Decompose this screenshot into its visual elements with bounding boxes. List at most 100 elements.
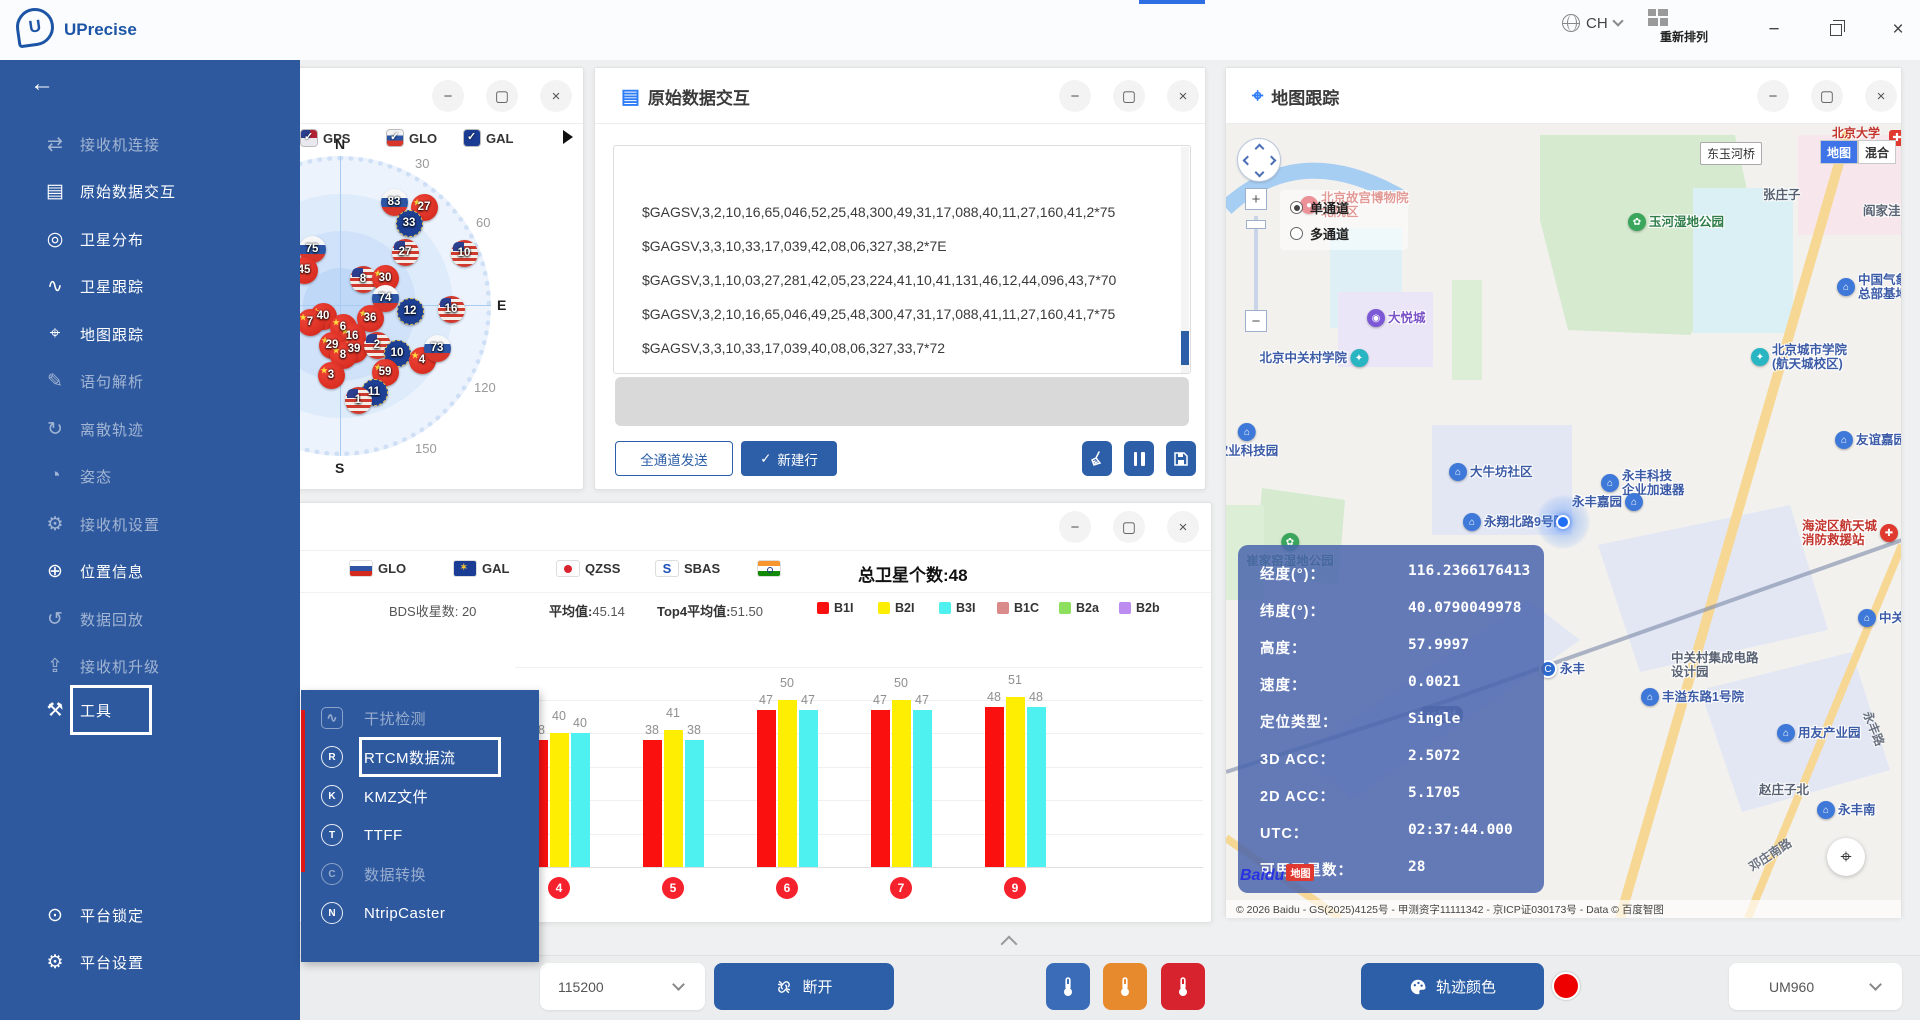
map-poi[interactable]: ⌂永丰南 xyxy=(1817,801,1876,819)
menu-item-rtcm-stream[interactable]: R RTCM数据流 xyxy=(301,738,539,776)
checkbox-gal[interactable]: GAL xyxy=(464,128,513,148)
map-poi[interactable]: ✚海淀区航天城消防救援站 xyxy=(1802,519,1898,547)
sidebar-item-platform-lock[interactable]: ⊙平台锁定 xyxy=(0,895,300,935)
window-restore-button[interactable] xyxy=(1822,16,1850,44)
temperature-button-blue[interactable] xyxy=(1046,963,1090,1010)
sidebar-item-sat-distribution[interactable]: ◎卫星分布 xyxy=(0,219,300,259)
mix-layer-button[interactable]: 混合 xyxy=(1858,140,1896,164)
menu-item-interference[interactable]: ∿ 干扰检测 xyxy=(301,699,539,737)
command-input[interactable] xyxy=(615,377,1189,426)
sidebar-item-position-info[interactable]: ⊕位置信息 xyxy=(0,551,300,591)
checkbox-glo[interactable]: GLO xyxy=(387,128,437,148)
maximize-button[interactable]: ▢ xyxy=(1811,80,1843,112)
close-button[interactable]: × xyxy=(540,80,572,112)
minimize-button[interactable]: − xyxy=(1059,80,1091,112)
zoom-slider-thumb[interactable] xyxy=(1246,220,1266,229)
map-poi[interactable]: ⌂用友产业园 xyxy=(1777,724,1861,742)
track-color-swatch[interactable] xyxy=(1552,972,1580,1000)
map-poi[interactable]: ⌂中国气象局总部基地… xyxy=(1837,273,1901,301)
maximize-button[interactable]: ▢ xyxy=(1113,511,1145,543)
save-button[interactable] xyxy=(1166,441,1196,476)
pause-button[interactable] xyxy=(1124,441,1154,476)
sidebar-item-sat-tracking[interactable]: ∿卫星跟踪 xyxy=(0,266,300,306)
maximize-button[interactable]: ▢ xyxy=(486,80,518,112)
map-poi[interactable]: ⌂中关村壹号 xyxy=(1858,609,1901,627)
map-poi[interactable]: 赵庄子北 xyxy=(1759,783,1809,797)
map-poi[interactable]: C永丰 xyxy=(1539,660,1585,678)
sidebar-item-discrete-track[interactable]: ↻离散轨迹 xyxy=(0,409,300,449)
sidebar-item-platform-settings[interactable]: ⚙平台设置 xyxy=(0,942,300,982)
map-pan-control[interactable] xyxy=(1237,138,1281,182)
disconnect-button[interactable]: 断开 xyxy=(714,963,894,1010)
temperature-button-orange[interactable] xyxy=(1103,963,1147,1010)
zoom-in-button[interactable]: + xyxy=(1245,188,1267,210)
collapse-panel-chevron[interactable] xyxy=(1001,936,1018,953)
sidebar-item-sentence-parse[interactable]: ✎语句解析 xyxy=(0,361,300,401)
map-poi[interactable]: ⌂大牛坊社区 xyxy=(1449,463,1533,481)
map-poi[interactable]: ⌂农业科技园 xyxy=(1226,423,1278,458)
legend-glo[interactable]: GLO xyxy=(350,561,406,576)
window-close-button[interactable]: × xyxy=(1884,16,1912,44)
language-selector[interactable]: CH xyxy=(1562,14,1622,32)
map-poi[interactable]: 中关村集成电路设计园 xyxy=(1671,651,1759,679)
close-button[interactable]: × xyxy=(1865,80,1897,112)
legend-navic[interactable] xyxy=(758,561,786,576)
menu-item-data-convert[interactable]: C 数据转换 xyxy=(301,855,539,893)
clear-button[interactable] xyxy=(1082,441,1112,476)
map-canvas[interactable]: 16号线 张庄子阎家洼✿玉河湿地公园●北京故宫博物院北院区◉大悦城✦北京中关村学… xyxy=(1226,124,1901,918)
minimize-button[interactable]: − xyxy=(1059,511,1091,543)
zoom-slider-track[interactable] xyxy=(1254,216,1258,310)
map-poi[interactable]: ✦北京中关村学院 xyxy=(1259,349,1368,367)
sidebar-item-receiver-settings[interactable]: ⚙接收机设置 xyxy=(0,504,300,544)
track-color-label: 轨迹颜色 xyxy=(1436,976,1496,997)
satellite-marker: 12 xyxy=(397,298,424,325)
scrollbar-thumb[interactable] xyxy=(1181,331,1189,365)
collapse-sidebar-button[interactable]: ← xyxy=(30,70,54,98)
locate-button[interactable]: ⌖ xyxy=(1827,838,1865,876)
map-poi[interactable]: ✿玉河湿地公园 xyxy=(1628,213,1724,231)
window-minimize-button[interactable]: − xyxy=(1760,16,1788,44)
device-value: UM960 xyxy=(1769,979,1814,995)
sidebar-item-attitude[interactable]: ◔姿态 xyxy=(0,456,300,496)
sidebar-item-receiver-upgrade[interactable]: ⇪接收机升级 xyxy=(0,646,300,686)
close-button[interactable]: × xyxy=(1167,511,1199,543)
map-layer-button[interactable]: 地图 xyxy=(1820,140,1858,164)
legend-sbas[interactable]: SSBAS xyxy=(656,561,720,576)
sidebar-item-map-tracking[interactable]: ⌖地图跟踪 xyxy=(0,314,300,354)
legend-scroll-arrow[interactable] xyxy=(563,130,573,144)
temperature-button-red[interactable] xyxy=(1161,963,1205,1010)
sidebar-item-data-playback[interactable]: ↺数据回放 xyxy=(0,599,300,639)
multi-channel-radio[interactable]: 多通道 xyxy=(1290,224,1349,243)
sidebar: ← ⇄接收机连接 ▤原始数据交互 ◎卫星分布 ∿卫星跟踪 ⌖地图跟踪 ✎语句解析… xyxy=(0,60,300,1020)
legend-gal[interactable]: GAL xyxy=(454,561,509,576)
chart-baseline xyxy=(515,867,1203,868)
bar-value-label: 47 xyxy=(751,693,781,707)
rearrange-button[interactable]: 重新排列 xyxy=(1648,8,1720,45)
menu-item-ttff[interactable]: T TTFF xyxy=(301,816,539,854)
sidebar-item-tools[interactable]: ⚒工具 xyxy=(0,690,300,730)
track-color-button[interactable]: 轨迹颜色 xyxy=(1361,963,1544,1010)
map-poi[interactable]: 阎家洼 xyxy=(1863,204,1901,218)
legend-qzss[interactable]: QZSS xyxy=(557,561,620,576)
map-poi[interactable]: ✦北京城市学院(航天城校区) xyxy=(1751,343,1847,371)
zoom-out-button[interactable]: − xyxy=(1245,310,1267,332)
nmea-output-panel[interactable]: $GAGSV,3,2,10,16,65,046,52,25,48,300,49,… xyxy=(613,145,1191,374)
close-button[interactable]: × xyxy=(1167,80,1199,112)
map-poi[interactable]: ⌂丰溢东路1号院 xyxy=(1641,688,1744,706)
map-poi[interactable]: ⌂友谊嘉园 xyxy=(1835,431,1901,449)
single-channel-radio[interactable]: 单通道 xyxy=(1290,198,1349,217)
device-model-select[interactable]: UM960 xyxy=(1729,963,1902,1010)
maximize-button[interactable]: ▢ xyxy=(1113,80,1145,112)
minimize-button[interactable]: − xyxy=(432,80,464,112)
baud-rate-select[interactable]: 115200 xyxy=(540,963,705,1010)
menu-item-ntripcaster[interactable]: N NtripCaster xyxy=(301,894,539,932)
map-poi[interactable]: ◉大悦城 xyxy=(1367,309,1426,327)
sidebar-item-raw-data[interactable]: ▤原始数据交互 xyxy=(0,171,300,211)
minimize-button[interactable]: − xyxy=(1757,80,1789,112)
menu-item-kmz-file[interactable]: K KMZ文件 xyxy=(301,777,539,815)
radio-off-icon xyxy=(1290,227,1303,240)
sidebar-item-receiver-connect[interactable]: ⇄接收机连接 xyxy=(0,124,300,164)
new-line-button[interactable]: ✓ 新建行 xyxy=(741,441,837,476)
map-poi[interactable]: 张庄子 xyxy=(1763,188,1801,202)
send-all-channels-button[interactable]: 全通道发送 xyxy=(615,441,733,476)
